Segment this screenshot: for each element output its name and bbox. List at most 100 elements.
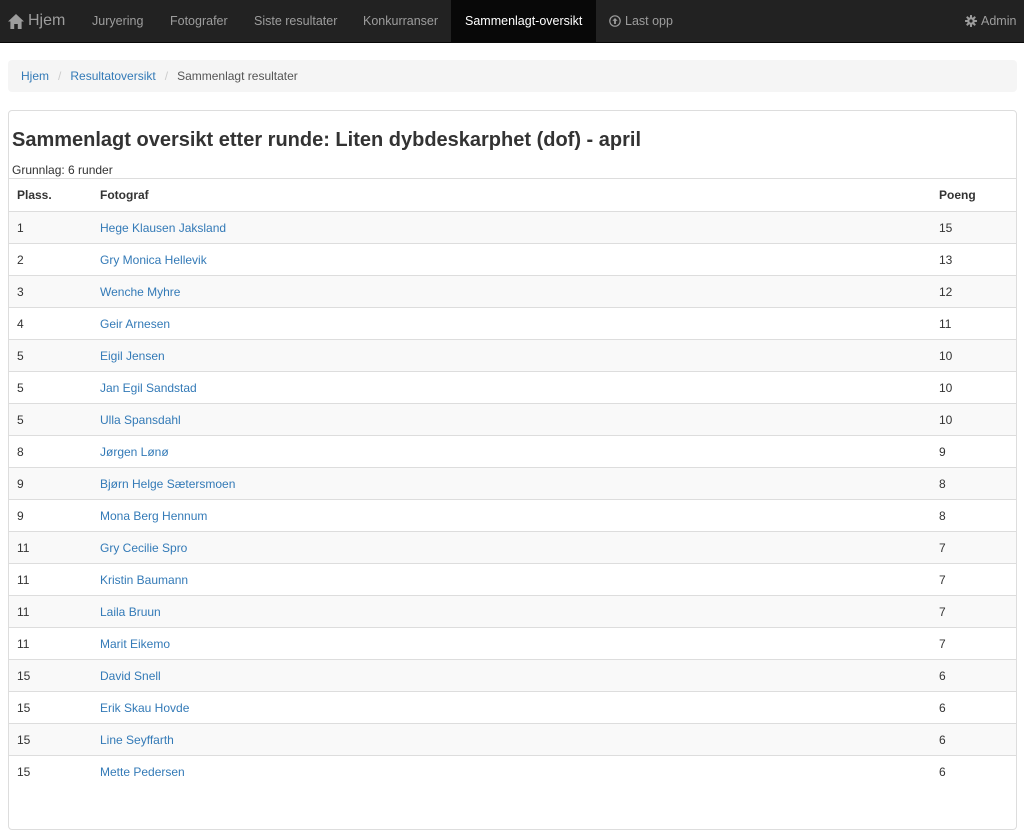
row-place: 5 [9,371,92,404]
row-points: 8 [931,499,1016,532]
table-row: 2 Gry Monica Hellevik 13 [9,243,1016,276]
breadcrumb-separator: / [58,69,62,83]
row-photographer-cell: Jørgen Lønø [92,435,931,468]
nav-sammenlagt-oversikt[interactable]: Sammenlagt-oversikt [451,0,597,42]
nav-siste-resultater[interactable]: Siste resultater [254,0,337,42]
row-photographer-cell: Gry Monica Hellevik [92,243,931,276]
row-place: 1 [9,211,92,244]
photographer-link[interactable]: Marit Eikemo [100,637,170,651]
row-place: 9 [9,467,92,500]
nav-last-opp[interactable]: Last opp [609,0,673,42]
photographer-link[interactable]: Line Seyffarth [100,733,174,747]
row-points: 15 [931,211,1016,244]
row-points: 6 [931,755,1016,788]
table-row: 8 Jørgen Lønø 9 [9,435,1016,468]
brand-home-link[interactable]: Hjem [8,0,65,42]
row-place: 11 [9,563,92,596]
photographer-link[interactable]: Ulla Spansdahl [100,413,181,427]
table-row: 15 Line Seyffarth 6 [9,723,1016,756]
row-place: 2 [9,243,92,276]
photographer-link[interactable]: Gry Monica Hellevik [100,253,207,267]
table-row: 9 Mona Berg Hennum 8 [9,499,1016,532]
header-photographer: Fotograf [92,178,931,212]
brand-label: Hjem [28,12,66,29]
breadcrumb-separator: / [164,69,169,83]
row-points: 13 [931,243,1016,276]
photographer-link[interactable]: Kristin Baumann [100,573,188,587]
nav-fotografer[interactable]: Fotografer [170,0,228,42]
table-row: 11 Marit Eikemo 7 [9,627,1016,660]
upload-icon [609,15,621,27]
table-row: 5 Jan Egil Sandstad 10 [9,371,1016,404]
row-points: 8 [931,467,1016,500]
row-photographer-cell: Jan Egil Sandstad [92,371,931,404]
photographer-link[interactable]: Wenche Myhre [100,285,180,299]
row-photographer-cell: Laila Bruun [92,595,931,628]
row-points: 12 [931,275,1016,308]
row-photographer-cell: Wenche Myhre [92,275,931,308]
row-place: 5 [9,403,92,436]
page-title: Sammenlagt oversikt etter runde: Liten d… [12,129,642,151]
photographer-link[interactable]: Erik Skau Hovde [100,701,189,715]
row-points: 6 [931,723,1016,756]
row-points: 6 [931,659,1016,692]
results-panel: Sammenlagt oversikt etter runde: Liten d… [8,110,1017,830]
row-photographer-cell: Marit Eikemo [92,627,931,660]
home-icon [8,13,24,29]
row-place: 5 [9,339,92,372]
row-place: 11 [9,595,92,628]
table-row: 11 Gry Cecilie Spro 7 [9,531,1016,564]
row-photographer-cell: Eigil Jensen [92,339,931,372]
table-row: 5 Ulla Spansdahl 10 [9,403,1016,436]
photographer-link[interactable]: Jørgen Lønø [100,445,169,459]
nav-last-opp-label: Last opp [625,14,673,28]
nav-konkurranser[interactable]: Konkurranser [363,0,438,42]
breadcrumb-home[interactable]: Hjem [21,69,49,83]
row-place: 15 [9,659,92,692]
table-row: 11 Kristin Baumann 7 [9,563,1016,596]
row-place: 11 [9,531,92,564]
photographer-link[interactable]: Mona Berg Hennum [100,509,207,523]
photographer-link[interactable]: Hege Klausen Jaksland [100,221,226,235]
row-points: 7 [931,627,1016,660]
row-points: 10 [931,339,1016,372]
row-points: 7 [931,595,1016,628]
row-photographer-cell: Line Seyffarth [92,723,931,756]
row-photographer-cell: Hege Klausen Jaksland [92,211,931,244]
row-points: 7 [931,563,1016,596]
row-points: 9 [931,435,1016,468]
table-header-row: Plass. Fotograf Poeng [9,178,1016,212]
row-place: 4 [9,307,92,340]
photographer-link[interactable]: Laila Bruun [100,605,161,619]
photographer-link[interactable]: Mette Pedersen [100,765,185,779]
breadcrumb-current: Sammenlagt resultater [177,69,298,83]
nav-juryering[interactable]: Juryering [92,0,143,42]
breadcrumb: Hjem / Resultatoversikt / Sammenlagt res… [8,60,1017,92]
photographer-link[interactable]: Bjørn Helge Sætersmoen [100,477,235,491]
nav-admin[interactable]: Admin [965,0,1016,42]
table-row: 9 Bjørn Helge Sætersmoen 8 [9,467,1016,500]
results-table-body: 1 Hege Klausen Jaksland 15 2 Gry Monica Hell… [9,211,1016,788]
photographer-link[interactable]: Eigil Jensen [100,349,165,363]
photographer-link[interactable]: Geir Arnesen [100,317,170,331]
photographer-link[interactable]: Gry Cecilie Spro [100,541,187,555]
table-row: 15 Mette Pedersen 6 [9,755,1016,788]
table-row: 5 Eigil Jensen 10 [9,339,1016,372]
photographer-link[interactable]: David Snell [100,669,161,683]
breadcrumb-resultatoversikt[interactable]: Resultatoversikt [70,69,155,83]
header-place: Plass. [9,178,92,212]
row-place: 15 [9,691,92,724]
table-row: 15 Erik Skau Hovde 6 [9,691,1016,724]
row-points: 6 [931,691,1016,724]
row-place: 3 [9,275,92,308]
nav-admin-label: Admin [981,14,1017,28]
row-photographer-cell: David Snell [92,659,931,692]
photographer-link[interactable]: Jan Egil Sandstad [100,381,197,395]
row-photographer-cell: Bjørn Helge Sætersmoen [92,467,931,500]
basis-text: Grunnlag: 6 runder [12,163,113,177]
table-row: 11 Laila Bruun 7 [9,595,1016,628]
results-table: Plass. Fotograf Poeng 1 Hege Klausen Jaks… [9,178,1016,788]
top-navbar: Hjem Juryering Fotografer Siste resultat… [0,0,1024,43]
table-row: 1 Hege Klausen Jaksland 15 [9,211,1016,244]
header-points: Poeng [931,178,1016,212]
